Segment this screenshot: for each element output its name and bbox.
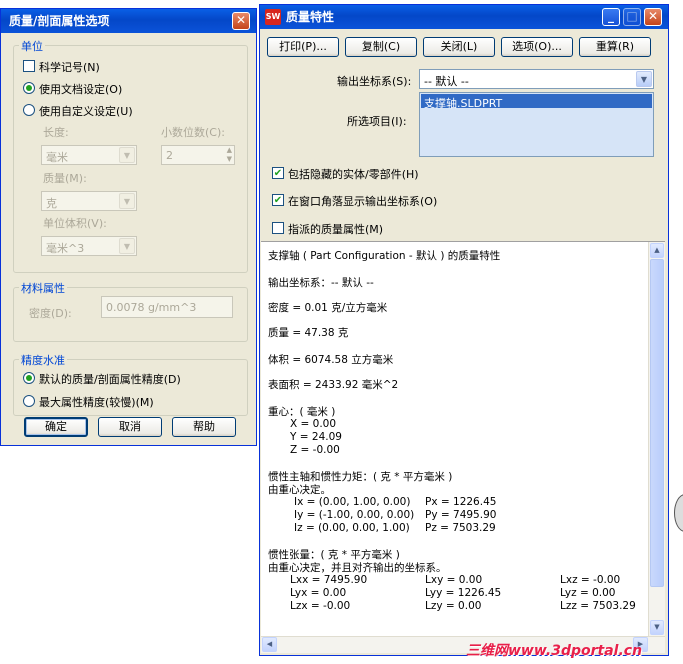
mass-label: 质量(M):: [43, 172, 87, 185]
default-accuracy-label: 默认的质量/剖面属性精度(D): [39, 373, 181, 386]
solidworks-logo-icon: SW: [265, 9, 281, 25]
tensor-lzx: Lzx = -0.00: [290, 600, 351, 612]
principal-py: Py = 7495.90: [425, 509, 497, 521]
results-output-cs: 输出坐标系：-- 默认 --: [268, 277, 374, 289]
dialog-title: 质量/剖面属性选项: [9, 14, 110, 28]
length-label: 长度:: [43, 126, 69, 139]
close-icon[interactable]: ✕: [644, 8, 662, 26]
help-button[interactable]: 帮助: [172, 417, 236, 437]
cog-x: X = 0.00: [290, 418, 337, 430]
tensor-lzy: Lzy = 0.00: [425, 600, 482, 612]
minimize-icon[interactable]: _: [602, 8, 620, 26]
scientific-notation-label: 科学记号(N): [39, 61, 100, 74]
principal-ix: Ix = (0.00, 1.00, 0.00): [294, 496, 411, 508]
use-document-radio[interactable]: [23, 82, 35, 94]
scroll-left-icon[interactable]: ◀: [262, 637, 277, 652]
scientific-notation-checkbox[interactable]: [23, 60, 35, 72]
principal-sub: 由重心决定。: [268, 484, 331, 496]
tensor-lyy: Lyy = 1226.45: [425, 587, 502, 599]
default-accuracy-radio[interactable]: [23, 372, 35, 384]
principal-pz: Pz = 7503.29: [425, 522, 496, 534]
decimals-stepper[interactable]: 2 ▲ ▼: [161, 145, 235, 165]
cog-z: Z = -0.00: [290, 444, 340, 456]
density-label: 密度(D):: [29, 307, 72, 320]
results-density: 密度 = 0.01 克/立方毫米: [268, 302, 388, 314]
tensor-lxx: Lxx = 7495.90: [290, 574, 368, 586]
tensor-lxz: Lxz = -0.00: [560, 574, 621, 586]
results-vertical-scrollbar[interactable]: ▲ ▼: [648, 242, 665, 636]
spin-down-icon[interactable]: ▼: [227, 155, 232, 163]
dialog-titlebar[interactable]: 质量/剖面属性选项 ✕: [1, 9, 256, 33]
print-button[interactable]: 打印(P)...: [267, 37, 339, 57]
selected-items-list[interactable]: 支撑轴.SLDPRT: [419, 92, 654, 157]
background-object: [674, 494, 683, 532]
output-cs-select[interactable]: -- 默认 -- ▼: [419, 69, 654, 89]
scroll-down-icon[interactable]: ▼: [650, 620, 664, 635]
accuracy-group-label: 精度水准: [19, 352, 67, 368]
site-watermark: 三维网www.3dportal.cn: [466, 643, 643, 659]
length-select[interactable]: 毫米 ▼: [41, 145, 137, 165]
tensor-lyz: Lyz = 0.00: [560, 587, 616, 599]
close-icon[interactable]: ✕: [232, 12, 250, 30]
max-accuracy-radio[interactable]: [23, 395, 35, 407]
section-properties-dialog: 质量/剖面属性选项 ✕ 单位 科学记号(N) 使用文档设定(O) 使用自定义设定…: [0, 8, 257, 446]
scroll-up-icon[interactable]: ▲: [650, 243, 664, 258]
results-surface-area: 表面积 = 2433.92 毫米^2: [268, 379, 399, 391]
chevron-down-icon: ▼: [119, 193, 135, 209]
units-group-label: 单位: [19, 38, 45, 54]
selected-items-label: 所选项目(I):: [347, 115, 407, 128]
assigned-mass-checkbox[interactable]: [272, 222, 284, 234]
copy-button[interactable]: 复制(C): [345, 37, 417, 57]
material-group-label: 材料属性: [19, 280, 67, 296]
mass-window-titlebar[interactable]: SW 质量特性 _ □ ✕: [260, 5, 668, 29]
tensor-lzz: Lzz = 7503.29: [560, 600, 636, 612]
spin-up-icon[interactable]: ▲: [227, 146, 232, 154]
cog-y: Y = 24.09: [290, 431, 342, 443]
chevron-down-icon: ▼: [119, 238, 135, 254]
show-cs-corner-checkbox[interactable]: ✔: [272, 194, 284, 206]
tensor-lyx: Lyx = 0.00: [290, 587, 347, 599]
recalculate-button[interactable]: 重算(R): [579, 37, 651, 57]
cog-title: 重心：( 毫米 ): [268, 406, 336, 418]
chevron-down-icon: ▼: [119, 147, 135, 163]
principal-iz: Iz = (0.00, 0.00, 1.00): [294, 522, 410, 534]
principal-iy: Iy = (-1.00, 0.00, 0.00): [294, 509, 415, 521]
options-button[interactable]: 选项(O)...: [501, 37, 573, 57]
max-accuracy-label: 最大属性精度(较慢)(M): [39, 396, 154, 409]
include-hidden-checkbox[interactable]: ✔: [272, 167, 284, 179]
tensor-sub: 由重心决定，并且对齐输出的坐标系。: [268, 562, 447, 574]
maximize-icon: □: [623, 8, 641, 26]
cancel-button[interactable]: 取消: [98, 417, 162, 437]
use-custom-radio[interactable]: [23, 104, 35, 116]
results-volume: 体积 = 6074.58 立方毫米: [268, 354, 394, 366]
density-field[interactable]: 0.0078 g/mm^3: [101, 296, 233, 318]
mass-properties-results[interactable]: 支撑轴 ( Part Configuration - 默认 ) 的质量特性 输出…: [261, 241, 665, 636]
output-cs-label: 输出坐标系(S):: [337, 75, 412, 88]
volume-select[interactable]: 毫米^3 ▼: [41, 236, 137, 256]
use-document-label: 使用文档设定(O): [39, 83, 123, 96]
show-cs-corner-label: 在窗口角落显示输出坐标系(O): [288, 195, 438, 208]
assigned-mass-label: 指派的质量属性(M): [288, 223, 384, 236]
mass-select[interactable]: 克 ▼: [41, 191, 137, 211]
use-custom-label: 使用自定义设定(U): [39, 105, 133, 118]
results-mass: 质量 = 47.38 克: [268, 327, 349, 339]
scroll-thumb[interactable]: [650, 259, 664, 587]
volume-label: 单位体积(V):: [43, 217, 107, 230]
decimals-label: 小数位数(C):: [161, 126, 225, 139]
chevron-down-icon: ▼: [636, 71, 652, 87]
tensor-lxy: Lxy = 0.00: [425, 574, 483, 586]
close-button[interactable]: 关闭(L): [423, 37, 495, 57]
results-header: 支撑轴 ( Part Configuration - 默认 ) 的质量特性: [268, 250, 501, 262]
include-hidden-label: 包括隐藏的实体/零部件(H): [288, 168, 419, 181]
principal-px: Px = 1226.45: [425, 496, 497, 508]
selected-item-text: 支撑轴.SLDPRT: [424, 97, 503, 110]
ok-button[interactable]: 确定: [24, 417, 88, 437]
mass-window-title: 质量特性: [286, 10, 335, 24]
